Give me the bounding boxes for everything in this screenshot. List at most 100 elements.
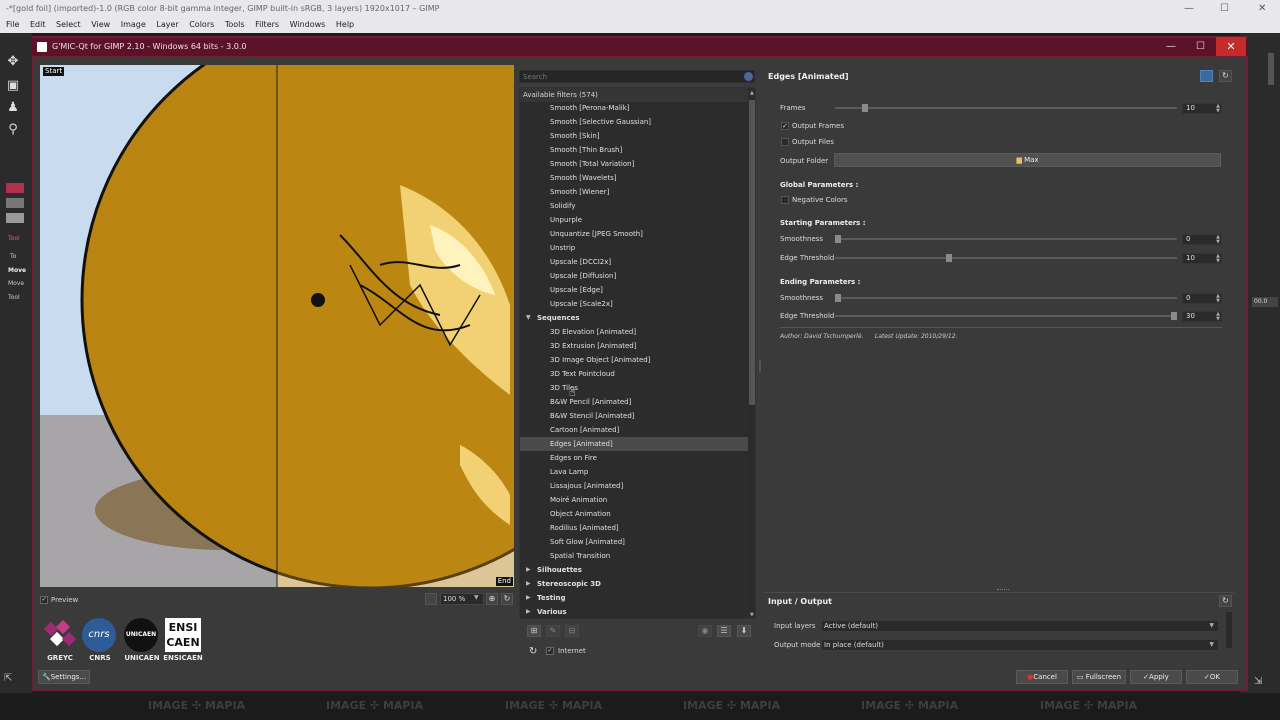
output-files-checkbox[interactable] — [781, 138, 789, 146]
color-swatch-icon[interactable] — [6, 183, 24, 193]
cnrs-logo[interactable]: cnrs — [82, 618, 118, 652]
preview-checkbox[interactable]: ✓ — [40, 596, 48, 604]
filter-item[interactable]: Soft Glow [Animated] — [520, 535, 748, 549]
fullscreen-button[interactable]: ▭ Fullscreen — [1072, 670, 1126, 684]
close-icon[interactable]: ✕ — [1258, 0, 1266, 17]
update-filters-icon[interactable]: ↻ — [529, 646, 537, 657]
panel-splitter[interactable] — [759, 360, 761, 372]
chevron-down-icon[interactable]: ▼ — [526, 311, 531, 325]
end-smoothness-slider[interactable] — [835, 294, 1177, 302]
menu-image[interactable]: Image — [121, 20, 146, 29]
filter-category[interactable]: ▶ Stereoscopic 3D — [520, 577, 748, 591]
menu-view[interactable]: View — [91, 20, 110, 29]
end-edge-handle[interactable] — [1171, 312, 1177, 320]
filter-item[interactable]: Smooth [Wiener] — [520, 185, 748, 199]
filter-category[interactable]: ▶ Testing — [520, 591, 748, 605]
clone-tool-icon[interactable]: ♟ — [4, 99, 22, 117]
ensicaen-logo[interactable]: ENSI CAEN — [165, 618, 201, 652]
menu-edit[interactable]: Edit — [30, 20, 46, 29]
dock-scrollbar[interactable] — [1268, 53, 1274, 85]
filter-item[interactable]: Lissajous [Animated] — [520, 479, 748, 493]
filter-item[interactable]: Smooth [Skin] — [520, 129, 748, 143]
filter-item[interactable]: Object Animation — [520, 507, 748, 521]
filter-item[interactable]: Edges [Animated] — [520, 437, 748, 451]
filter-item[interactable]: Unpurple — [520, 213, 748, 227]
brush-preview-icon[interactable] — [6, 198, 24, 208]
filter-item[interactable]: Smooth [Selective Gaussian] — [520, 115, 748, 129]
output-frames-checkbox[interactable]: ✓ — [781, 122, 789, 130]
end-smoothness-spinbox[interactable]: 0 ▲ ▼ — [1182, 293, 1222, 304]
end-edge-spinbox[interactable]: 30 ▲ ▼ — [1182, 311, 1222, 322]
unicaen-logo[interactable]: UNICAEN — [124, 618, 160, 652]
io-reset-icon[interactable]: ↻ — [1219, 595, 1232, 607]
chevron-right-icon[interactable]: ▶ — [526, 563, 531, 577]
zoom-out-icon[interactable] — [425, 593, 437, 605]
minimize-icon[interactable]: — — [1184, 0, 1194, 17]
download-icon[interactable]: ⬇ — [737, 625, 751, 637]
reset-params-icon[interactable]: ↻ — [1219, 70, 1232, 82]
filter-item[interactable]: 3D Elevation [Animated] — [520, 325, 748, 339]
menu-windows[interactable]: Windows — [290, 20, 326, 29]
start-edge-handle[interactable] — [945, 254, 952, 262]
output-folder-button[interactable]: ▆ Max — [834, 153, 1221, 167]
negative-colors-checkbox[interactable] — [781, 196, 789, 204]
zoom-fit-icon[interactable]: ⊕ — [486, 593, 498, 605]
filter-tree-scroll-thumb[interactable] — [749, 100, 755, 405]
internet-checkbox[interactable]: ✓ — [546, 647, 554, 655]
filter-item[interactable]: Unstrip — [520, 241, 748, 255]
preview-canvas[interactable]: Start End — [40, 65, 514, 587]
expand-collapse-icon[interactable]: ☰ — [717, 625, 731, 637]
collapse-icon[interactable]: ⇱ — [4, 673, 12, 684]
menu-select[interactable]: Select — [56, 20, 81, 29]
filter-category[interactable]: ▼ Sequences — [520, 311, 748, 325]
menu-filters[interactable]: Filters — [255, 20, 279, 29]
filter-item[interactable]: Smooth [Perona-Malik] — [520, 101, 748, 115]
filter-item[interactable]: Smooth [Thin Brush] — [520, 143, 748, 157]
filter-item[interactable]: 3D Extrusion [Animated] — [520, 339, 748, 353]
menu-colors[interactable]: Colors — [189, 20, 214, 29]
resize-grip-icon[interactable]: ⇲ — [1254, 676, 1262, 687]
filter-item[interactable]: Smooth [Total Variation] — [520, 157, 748, 171]
filter-item[interactable]: Smooth [Wavelets] — [520, 171, 748, 185]
greyc-logo[interactable] — [42, 618, 78, 652]
filter-item[interactable]: Edges on Fire — [520, 451, 748, 465]
filter-item[interactable]: 3D Image Object [Animated] — [520, 353, 748, 367]
menu-help[interactable]: Help — [336, 20, 354, 29]
io-splitter-handle[interactable] — [997, 589, 1009, 592]
start-edge-slider[interactable] — [835, 254, 1177, 262]
filter-item[interactable]: Rodilius [Animated] — [520, 521, 748, 535]
zoom-dropdown-icon[interactable]: ▼ — [474, 594, 479, 601]
output-mode-select[interactable]: In place (default) ▼ — [821, 639, 1219, 651]
tree-scroll-up-icon[interactable]: ▲ — [750, 90, 754, 96]
menu-layer[interactable]: Layer — [156, 20, 178, 29]
filter-item[interactable]: Lava Lamp — [520, 465, 748, 479]
frames-spinbox[interactable]: 10 ▲ ▼ — [1182, 103, 1222, 114]
tool-options-tab[interactable]: Tool — [8, 235, 20, 242]
chevron-right-icon[interactable]: ▶ — [526, 577, 531, 591]
start-smoothness-slider[interactable] — [835, 235, 1177, 243]
settings-button[interactable]: 🔧Settings... — [38, 670, 90, 684]
filter-item[interactable]: Spatial Transition — [520, 549, 748, 563]
start-edge-spinbox[interactable]: 10 ▲ ▼ — [1182, 253, 1222, 264]
filter-item[interactable]: Upscale [Diffusion] — [520, 269, 748, 283]
filter-item[interactable]: B&W Pencil [Animated] — [520, 395, 748, 409]
filter-category[interactable]: ▶ Silhouettes — [520, 563, 748, 577]
align-tool-icon[interactable]: ▣ — [4, 77, 22, 95]
filter-item[interactable]: B&W Stencil [Animated] — [520, 409, 748, 423]
dock-value[interactable]: 00.0 — [1252, 297, 1278, 307]
start-smoothness-spinbox[interactable]: 0 ▲ ▼ — [1182, 234, 1222, 245]
favorite-rename-icon[interactable]: ✎ — [546, 625, 560, 637]
pattern-preview-icon[interactable] — [6, 213, 24, 223]
copy-command-icon[interactable] — [1200, 70, 1213, 82]
chevron-right-icon[interactable]: ▶ — [526, 605, 531, 619]
end-smoothness-handle[interactable] — [835, 294, 841, 302]
visibility-icon[interactable]: ◉ — [698, 625, 712, 637]
gmic-minimize-icon[interactable]: — — [1166, 38, 1176, 56]
frames-slider[interactable] — [835, 104, 1177, 112]
menu-tools[interactable]: Tools — [225, 20, 245, 29]
filter-item[interactable]: Solidify — [520, 199, 748, 213]
filter-item[interactable]: Upscale [Edge] — [520, 283, 748, 297]
menu-file[interactable]: File — [6, 20, 19, 29]
cancel-button[interactable]: ●Cancel — [1016, 670, 1068, 684]
end-edge-slider[interactable] — [835, 312, 1177, 320]
